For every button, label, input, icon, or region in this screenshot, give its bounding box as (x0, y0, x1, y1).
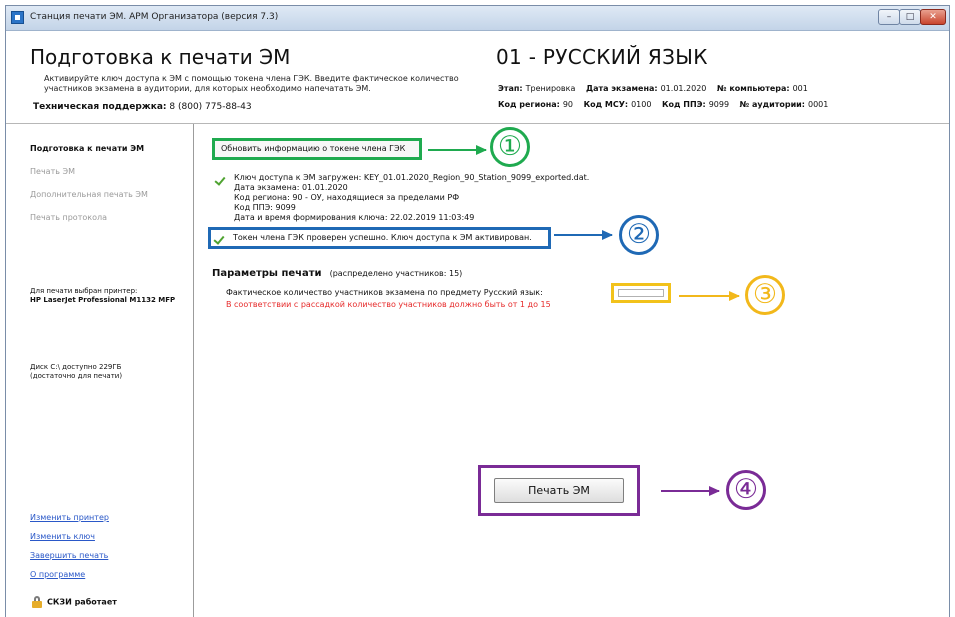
check-icon (216, 175, 227, 184)
window-title: Станция печати ЭМ. АРМ Организатора (вер… (30, 12, 279, 22)
change-printer-link[interactable]: Изменить принтер (30, 513, 109, 522)
key-exam-date: Дата экзамена: 01.01.2020 (234, 183, 348, 192)
lock-icon (32, 596, 42, 608)
computer-label: № компьютера: (716, 84, 790, 93)
sidebar-item-prepare-print[interactable]: Подготовка к печати ЭМ (30, 144, 144, 153)
support-phone: 8 (800) 775-88-43 (169, 102, 252, 112)
close-button[interactable]: ✕ (920, 9, 946, 25)
exam-date-label: Дата экзамена: (585, 84, 658, 93)
key-region: Код региона: 90 - ОУ, находящиеся за пре… (234, 193, 460, 202)
key-ppe: Код ППЭ: 9099 (234, 203, 296, 212)
auditorium-value: 0001 (807, 100, 829, 109)
exam-info-row-2: Код региона: 90 Код МСУ: 0100 Код ППЭ: 9099… (498, 100, 828, 109)
disk-space-line-1: Диск C:\ доступно 229ГБ (30, 363, 122, 371)
key-created: Дата и время формирования ключа: 22.02.2… (234, 213, 475, 222)
page-title: Подготовка к печати ЭМ (30, 45, 291, 69)
stage-label: Этап: (498, 84, 523, 93)
title-bar: Станция печати ЭМ. АРМ Организатора (вер… (6, 6, 949, 31)
ppe-label: Код ППЭ: (661, 100, 706, 109)
print-params-title: Параметры печати (212, 268, 322, 279)
computer-value: 001 (792, 84, 808, 93)
participant-count-input[interactable] (611, 283, 671, 303)
subject-title: 01 - РУССКИЙ ЯЗЫК (496, 45, 708, 69)
finish-print-link[interactable]: Завершить печать (30, 551, 108, 560)
app-icon (11, 11, 24, 24)
exam-info-row-1: Этап: Тренировка Дата экзамена: 01.01.2020… (498, 84, 808, 93)
sidebar-item-additional-print[interactable]: Дополнительная печать ЭМ (30, 190, 148, 199)
msu-label: Код МСУ: (583, 100, 629, 109)
change-key-link[interactable]: Изменить ключ (30, 532, 95, 541)
sidebar-item-print-em[interactable]: Печать ЭМ (30, 167, 75, 176)
support-info: Техническая поддержка: 8 (800) 775-88-43 (33, 102, 252, 112)
region-label: Код региона: (498, 100, 560, 109)
print-em-button[interactable]: Печать ЭМ (494, 478, 624, 503)
step-1-marker: ① (490, 127, 530, 167)
main-panel: Обновить информацию о токене члена ГЭК ①… (194, 124, 949, 617)
page-description: Активируйте ключ доступа к ЭМ с помощью … (44, 74, 459, 93)
print-params-heading: Параметры печати (распределено участников… (212, 268, 462, 279)
crypto-status-text: СКЗИ работает (47, 597, 117, 607)
support-label: Техническая поддержка: (33, 102, 167, 112)
page-header: Подготовка к печати ЭМ Активируйте ключ … (6, 31, 949, 124)
printer-name: HP LaserJet Professional M1132 MFP (30, 296, 176, 304)
about-link[interactable]: О программе (30, 570, 85, 579)
count-warning: В соответствии с рассадкой количество уч… (226, 300, 551, 309)
ppe-value: 9099 (708, 100, 730, 109)
token-status: Токен члена ГЭК проверен успешно. Ключ д… (208, 227, 551, 249)
crypto-status: СКЗИ работает (32, 596, 117, 608)
step-1-arrow (428, 145, 487, 155)
msu-value: 0100 (631, 100, 652, 109)
print-button-highlight: Печать ЭМ (478, 465, 640, 516)
stage-value: Тренировка (525, 84, 576, 93)
check-icon (215, 234, 226, 243)
step-4-arrow (661, 486, 720, 496)
disk-space-line-2: (достаточно для печати) (30, 372, 123, 380)
maximize-button[interactable]: □ (899, 9, 921, 25)
step-3-marker: ③ (745, 275, 785, 315)
minimize-button[interactable]: – (878, 9, 900, 25)
app-window: Станция печати ЭМ. АРМ Организатора (вер… (5, 5, 950, 617)
actual-count-label: Фактическое количество участников экзаме… (226, 288, 543, 297)
update-token-button[interactable]: Обновить информацию о токене члена ГЭК (212, 138, 422, 160)
token-status-text: Токен члена ГЭК проверен успешно. Ключ д… (233, 233, 532, 242)
step-4-marker: ④ (726, 470, 766, 510)
region-value: 90 (562, 100, 574, 109)
sidebar: Подготовка к печати ЭМ Печать ЭМ Дополни… (6, 124, 194, 617)
printer-label: Для печати выбран принтер: (30, 287, 138, 295)
step-2-arrow (554, 230, 613, 240)
sidebar-item-print-protocol[interactable]: Печать протокола (30, 213, 107, 222)
key-info-block: Ключ доступа к ЭМ загружен: KEY_01.01.20… (234, 173, 589, 223)
auditorium-label: № аудитории: (739, 100, 805, 109)
exam-date-value: 01.01.2020 (660, 84, 707, 93)
key-loaded-text: Ключ доступа к ЭМ загружен: KEY_01.01.20… (234, 173, 590, 182)
step-2-marker: ② (619, 215, 659, 255)
step-3-arrow (679, 291, 740, 301)
print-params-note: (распределено участников: 15) (329, 269, 463, 278)
